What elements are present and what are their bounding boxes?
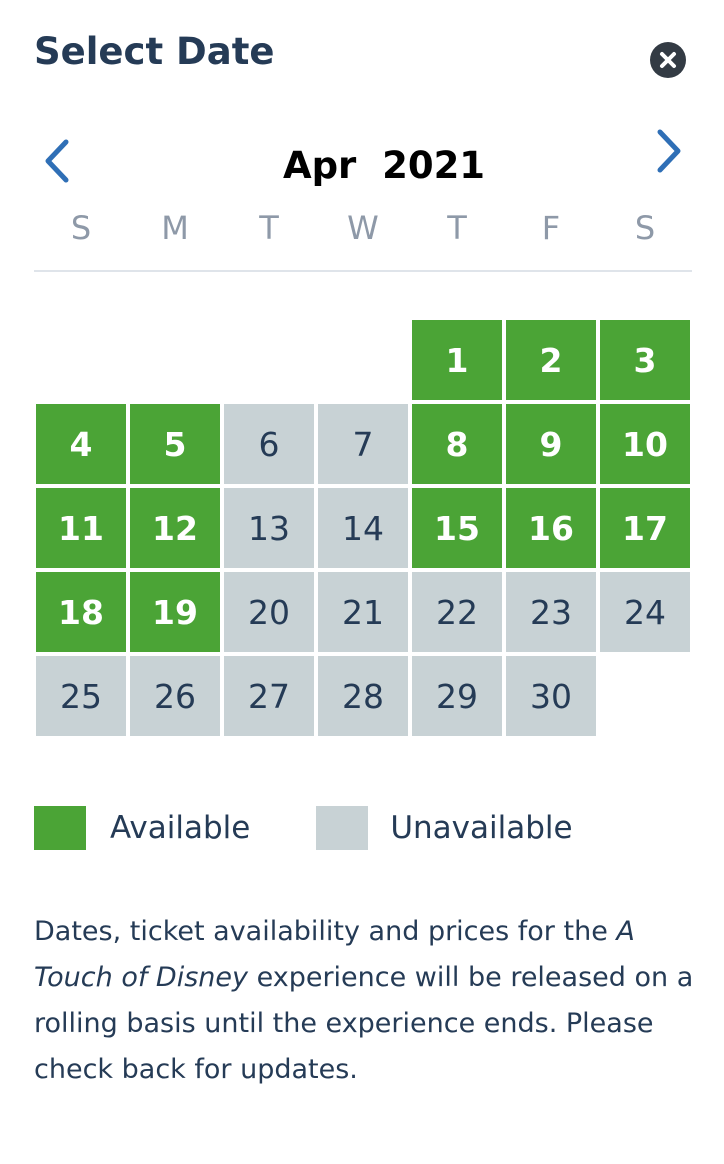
- day-number: 30: [506, 656, 596, 736]
- day-cell-25: 25: [34, 654, 128, 738]
- unavailable-legend-label: Unavailable: [390, 810, 573, 846]
- month-year-label: Apr 2021: [0, 144, 724, 187]
- day-cell-8[interactable]: 8: [410, 402, 504, 486]
- day-cell-27: 27: [222, 654, 316, 738]
- day-cell-29: 29: [410, 654, 504, 738]
- day-cell-28: 28: [316, 654, 410, 738]
- divider: [34, 270, 692, 272]
- day-cell-18[interactable]: 18: [34, 570, 128, 654]
- unavailable-swatch: [316, 806, 369, 850]
- day-number: 1: [412, 320, 502, 400]
- day-number: 21: [318, 572, 408, 652]
- day-number: 28: [318, 656, 408, 736]
- day-number: 16: [506, 488, 596, 568]
- day-number: 8: [412, 404, 502, 484]
- day-number: 2: [506, 320, 596, 400]
- availability-note: Dates, ticket availability and prices fo…: [34, 909, 694, 1093]
- weekday-label: T: [447, 209, 467, 247]
- empty-day-cell: [222, 318, 316, 402]
- close-button[interactable]: [650, 42, 686, 78]
- day-cell-16[interactable]: 16: [504, 486, 598, 570]
- day-cell-2[interactable]: 2: [504, 318, 598, 402]
- day-cell-21: 21: [316, 570, 410, 654]
- day-number: 12: [130, 488, 220, 568]
- day-cell-3[interactable]: 3: [598, 318, 692, 402]
- day-cell-9[interactable]: 9: [504, 402, 598, 486]
- day-number: 20: [224, 572, 314, 652]
- day-number: 6: [224, 404, 314, 484]
- day-number: 26: [130, 656, 220, 736]
- weekday-label: W: [347, 209, 379, 247]
- weekday-label: S: [70, 209, 92, 247]
- year-label: 2021: [382, 144, 486, 187]
- empty-day-cell: [34, 318, 128, 402]
- weekday-label: F: [541, 209, 561, 247]
- day-number: 10: [600, 404, 690, 484]
- day-cell-15[interactable]: 15: [410, 486, 504, 570]
- day-number: 24: [600, 572, 690, 652]
- day-cell-4[interactable]: 4: [34, 402, 128, 486]
- day-number: 18: [36, 572, 126, 652]
- day-number: 5: [130, 404, 220, 484]
- weekday-label: T: [259, 209, 279, 247]
- empty-day-cell: [128, 318, 222, 402]
- chevron-right-icon: [657, 129, 681, 173]
- day-cell-14: 14: [316, 486, 410, 570]
- day-cell-19[interactable]: 19: [128, 570, 222, 654]
- day-cell-30: 30: [504, 654, 598, 738]
- empty-day-cell: [316, 318, 410, 402]
- day-cell-13: 13: [222, 486, 316, 570]
- day-cell-11[interactable]: 11: [34, 486, 128, 570]
- day-number: 7: [318, 404, 408, 484]
- day-cell-26: 26: [128, 654, 222, 738]
- weekday-label: M: [161, 209, 189, 247]
- day-cell-12[interactable]: 12: [128, 486, 222, 570]
- day-cell-17[interactable]: 17: [598, 486, 692, 570]
- day-number: 27: [224, 656, 314, 736]
- day-cell-22: 22: [410, 570, 504, 654]
- day-cell-5[interactable]: 5: [128, 402, 222, 486]
- day-cell-6: 6: [222, 402, 316, 486]
- weekday-label: S: [634, 209, 656, 247]
- weekday-header-row: SMTWTFS: [34, 206, 692, 250]
- day-number: 14: [318, 488, 408, 568]
- legend: Available Unavailable: [34, 806, 573, 850]
- day-cell-24: 24: [598, 570, 692, 654]
- day-cell-7: 7: [316, 402, 410, 486]
- day-number: 11: [36, 488, 126, 568]
- day-number: 22: [412, 572, 502, 652]
- day-cell-1[interactable]: 1: [410, 318, 504, 402]
- day-cell-20: 20: [222, 570, 316, 654]
- calendar-grid: 1 2 3 4 5 6 7 8 9 10 11 12 13 14 15 16 17 18 19 20 21 22 23 24 2…: [34, 318, 692, 738]
- day-cell-10[interactable]: 10: [598, 402, 692, 486]
- day-number: 29: [412, 656, 502, 736]
- day-number: 25: [36, 656, 126, 736]
- day-number: 9: [506, 404, 596, 484]
- close-icon: [660, 52, 676, 68]
- day-cell-23: 23: [504, 570, 598, 654]
- available-legend-label: Available: [110, 810, 251, 846]
- day-number: 13: [224, 488, 314, 568]
- day-number: 23: [506, 572, 596, 652]
- note-text-1: Dates, ticket availability and prices fo…: [34, 916, 617, 947]
- available-swatch: [34, 806, 86, 850]
- day-number: 3: [600, 320, 690, 400]
- month-label: Apr: [282, 144, 357, 187]
- page-title: Select Date: [34, 30, 275, 73]
- day-number: 15: [412, 488, 502, 568]
- day-number: 4: [36, 404, 126, 484]
- next-month-button[interactable]: [648, 126, 688, 176]
- day-number: 17: [600, 488, 690, 568]
- day-number: 19: [130, 572, 220, 652]
